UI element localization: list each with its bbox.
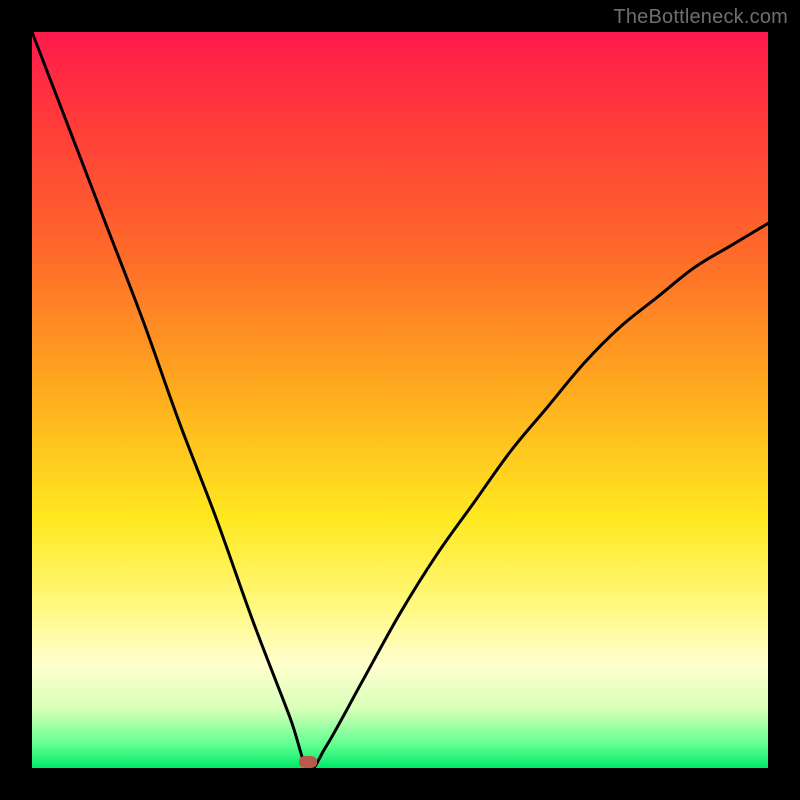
attribution-text: TheBottleneck.com (613, 6, 788, 29)
bottleneck-curve (32, 32, 768, 768)
bottleneck-marker (299, 756, 317, 768)
plot-area (32, 32, 768, 768)
chart-frame: TheBottleneck.com (0, 0, 800, 800)
